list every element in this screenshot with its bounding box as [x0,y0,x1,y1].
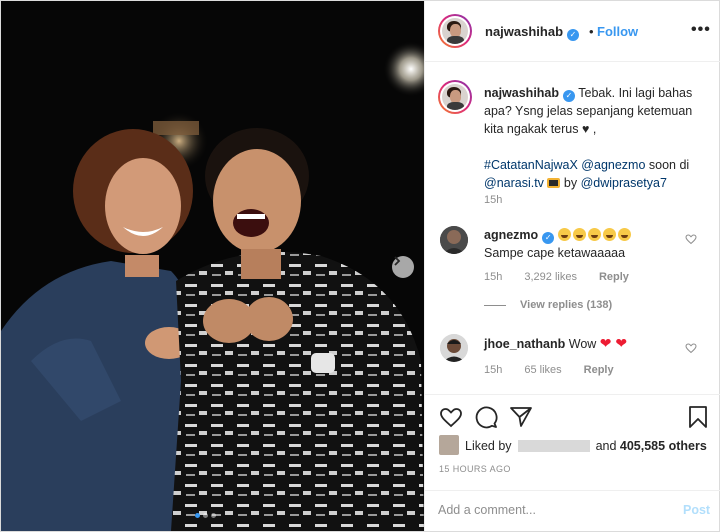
carousel-dot-active [195,513,200,518]
post-caption: najwashihab ✓ Tebak. Ini lagi bahas apa? … [484,84,706,192]
comment-jhoe: jhoe_nathanb Wow ❤ ❤ [484,334,694,353]
liked-by-avatar[interactable] [439,435,459,455]
comment-username[interactable]: jhoe_nathanb [484,337,565,351]
reply-button[interactable]: Reply [599,271,629,283]
commenter-avatar-jhoe[interactable] [440,334,468,362]
next-slide-button[interactable] [392,256,414,278]
comment-time[interactable]: 15h [484,364,502,376]
author-avatar[interactable] [438,14,472,48]
post-photo[interactable] [1,1,424,531]
joy-emoji-icon [602,228,616,241]
caption-comma: , [589,122,597,136]
caption-author-avatar[interactable] [438,80,472,114]
add-comment-bar: Post [425,490,720,531]
mention-link-dwiprasetya7[interactable]: @dwiprasetya7 [581,176,667,190]
comment-likes[interactable]: 65 likes [524,364,561,376]
likes-others-count[interactable]: 405,585 others [620,439,707,453]
verified-badge-icon: ✓ [567,29,580,41]
author-username-text[interactable]: najwashihab [485,24,563,39]
verified-badge-icon: ✓ [542,232,555,244]
more-options-icon[interactable]: ••• [691,21,711,39]
mention-link-narasi[interactable]: @narasi.tv [484,176,544,190]
redacted-username[interactable] [517,440,590,452]
view-replies-label[interactable]: View replies (138) [520,299,612,311]
comment-time[interactable]: 15h [484,271,502,283]
comment-likes[interactable]: 3,292 likes [524,271,577,283]
share-paper-plane-icon[interactable] [509,405,533,429]
save-bookmark-icon[interactable] [687,405,709,429]
verified-badge-icon: ✓ [563,90,576,102]
add-comment-input[interactable] [438,503,668,517]
commenter-avatar-agnezmo[interactable] [440,226,468,254]
tv-icon [547,178,561,188]
caption-by-text: by [560,176,581,190]
post-timestamp[interactable]: 15 HOURS AGO [439,464,511,474]
view-replies-button[interactable]: View replies (138) [484,299,612,311]
liked-by-and: and [595,439,617,453]
caption-mid-text: soon di [645,158,690,172]
comment-meta: 15h 65 likes Reply [484,364,614,376]
liked-by-text: Liked by and 405,585 others [465,439,707,453]
follow-button[interactable]: Follow [597,24,638,39]
comment-bubble-icon[interactable] [474,405,498,429]
author-username[interactable]: najwashihab ✓ [485,24,580,41]
post-header: najwashihab ✓ • Follow ••• [425,1,720,62]
joy-emoji-icon [572,228,586,241]
joy-emoji-icon [617,228,631,241]
like-heart-icon[interactable] [439,405,463,429]
caption-timestamp[interactable]: 15h [484,194,502,206]
liked-by-label: Liked by [465,439,512,453]
comment-text: Wow [568,337,597,351]
carousel-dot [203,513,208,518]
avatar-image [440,334,468,362]
like-comment-heart-icon[interactable] [685,233,697,245]
hashtag-link[interactable]: #CatatanNajwaX [484,158,578,172]
carousel-dots [195,513,216,518]
header-separator: • [589,24,594,39]
comment-username[interactable]: agnezmo [484,228,538,242]
chevron-right-icon [394,256,401,266]
post-comment-button[interactable]: Post [683,503,710,517]
carousel-dot [211,513,216,518]
like-comment-heart-icon[interactable] [685,342,697,354]
post-photo-image [1,1,424,531]
post-details-panel: najwashihab ✓ • Follow ••• najwashihab ✓ T… [424,1,720,531]
comment-agnezmo: agnezmo ✓ Sampe cape ketawaaaaa [484,226,694,262]
mention-link-agnezmo[interactable]: @agnezmo [581,158,645,172]
replies-divider [484,304,506,306]
joy-emoji-icon [587,228,601,241]
reply-button[interactable]: Reply [584,364,614,376]
comment-text: Sampe cape ketawaaaaa [484,246,626,260]
red-heart-icon: ❤ ❤ [599,335,628,351]
caption-username[interactable]: najwashihab [484,86,559,100]
joy-emoji-icon [557,228,571,241]
avatar-image [440,226,468,254]
comment-meta: 15h 3,292 likes Reply [484,271,629,283]
